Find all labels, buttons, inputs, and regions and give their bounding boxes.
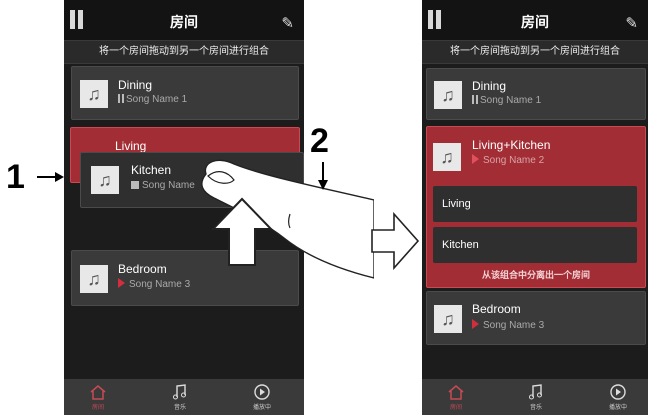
home-icon [90, 385, 106, 400]
music-note-icon: ♫ [80, 265, 108, 293]
pause-icon [476, 95, 478, 104]
page-title: 房间 [521, 14, 549, 30]
home-icon [448, 385, 464, 400]
room-card-dining[interactable]: ♫ Dining Song Name 1 [426, 68, 646, 120]
group-name: Living+Kitchen [472, 138, 551, 152]
nav-now-playing[interactable]: 播放中 [598, 383, 638, 411]
music-note-icon: ♫ [433, 143, 461, 171]
room-name: Dining [472, 79, 507, 93]
nav-label: 房间 [91, 405, 104, 411]
room-card-bedroom[interactable]: ♫ Bedroom Song Name 3 [426, 291, 646, 345]
song-status: Song Name [131, 180, 195, 191]
pause-icon [472, 95, 474, 104]
pencil-icon[interactable]: ✎ [281, 14, 294, 32]
step-1-label: 1 [6, 158, 25, 196]
bottom-nav: 房间 音乐 播放中 [422, 379, 648, 415]
room-card-dining[interactable]: ♫ Dining Song Name 1 [71, 66, 299, 120]
play-icon [610, 384, 626, 400]
room-name: Bedroom [472, 302, 521, 316]
sub-room-kitchen[interactable]: Kitchen [433, 227, 637, 263]
nav-label: 播放中 [608, 405, 627, 411]
room-name: Living [442, 198, 471, 210]
song-status: Song Name 1 [472, 95, 541, 106]
song-name: Song Name 3 [483, 320, 545, 331]
instruction-text: 将一个房间拖动到另一个房间进行组合 [422, 40, 648, 64]
nav-rooms[interactable]: 房间 [78, 383, 118, 411]
play-icon [472, 319, 479, 329]
step-2-label: 2 [310, 122, 329, 160]
song-name: Song Name [142, 180, 195, 191]
music-note-icon [173, 384, 186, 400]
play-icon [118, 278, 125, 288]
room-name: Living [115, 139, 147, 153]
nav-now-playing[interactable]: 播放中 [242, 383, 282, 411]
room-name: Dining [118, 78, 153, 92]
nav-label: 房间 [449, 405, 462, 411]
music-note-icon [529, 384, 542, 400]
bottom-nav: 房间 音乐 播放中 [64, 379, 304, 415]
song-status: Song Name 2 [472, 154, 544, 166]
nav-rooms[interactable]: 房间 [436, 383, 476, 411]
right-phone-screen: 房间 ✎ 将一个房间拖动到另一个房间进行组合 ♫ Dining Song Nam… [422, 0, 648, 415]
song-status: Song Name 1 [118, 94, 187, 105]
song-status: Song Name 3 [472, 319, 544, 331]
music-note-icon: ♫ [91, 166, 119, 194]
separate-room-hint: 从该组合中分离出一个房间 [481, 270, 590, 280]
room-name: Kitchen [442, 239, 479, 251]
pause-icon [122, 94, 124, 103]
nav-label: 播放中 [252, 405, 271, 411]
room-name: Bedroom [118, 262, 167, 276]
arrow-right-icon [37, 172, 64, 182]
arrow-down-icon [318, 162, 328, 190]
music-note-icon: ♫ [434, 305, 462, 333]
song-name: Song Name 2 [483, 155, 545, 166]
song-name: Song Name 1 [480, 95, 542, 106]
pencil-icon[interactable]: ✎ [625, 14, 638, 32]
page-title: 房间 [170, 14, 198, 30]
music-note-icon: ♫ [80, 80, 108, 108]
header: 房间 ✎ [422, 0, 648, 40]
song-status: Song Name 3 [118, 278, 190, 290]
sub-room-living[interactable]: Living [433, 186, 637, 222]
play-icon [254, 384, 270, 400]
nav-label: 音乐 [173, 405, 186, 411]
room-group-living-kitchen[interactable]: ♫ Living+Kitchen Song Name 2 Living Kitc… [426, 126, 646, 288]
song-name: Song Name 1 [126, 94, 188, 105]
play-icon [472, 154, 479, 164]
arrow-up-icon [211, 197, 273, 266]
stop-icon [131, 181, 139, 189]
nav-label: 音乐 [529, 405, 542, 411]
nav-music[interactable]: 音乐 [160, 383, 200, 411]
music-note-icon: ♫ [434, 81, 462, 109]
song-name: Song Name 3 [129, 279, 191, 290]
nav-music[interactable]: 音乐 [516, 383, 556, 411]
room-name: Kitchen [131, 163, 172, 177]
header: 房间 ✎ [64, 0, 304, 40]
pause-icon [118, 94, 120, 103]
arrow-right-icon [371, 212, 420, 270]
instruction-text: 将一个房间拖动到另一个房间进行组合 [64, 40, 304, 64]
